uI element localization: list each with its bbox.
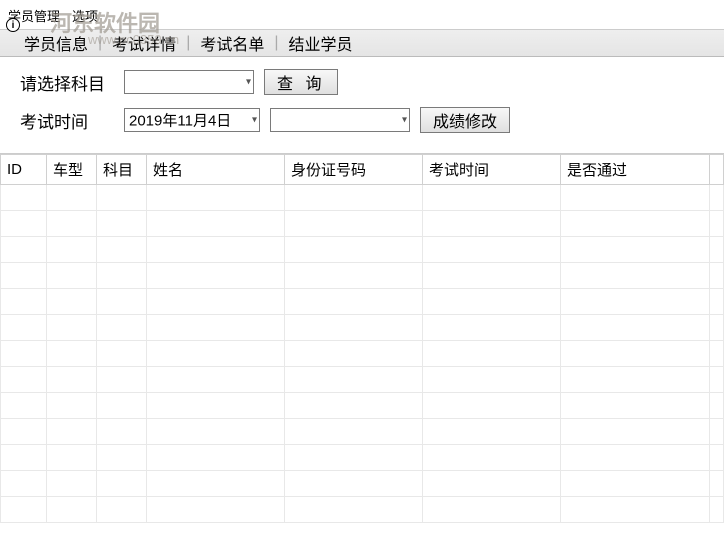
tab-exam-list[interactable]: 考试名单 [196, 29, 268, 57]
exam-time-label: 考试时间 [20, 108, 114, 133]
nav-sep: | [274, 34, 278, 52]
th-subject[interactable]: 科目 [97, 155, 147, 185]
date-value: 2019年11月4日 [129, 110, 231, 131]
chevron-down-icon: ▾ [252, 115, 257, 126]
th-cartype[interactable]: 车型 [47, 155, 97, 185]
tab-student-info[interactable]: 学员信息 [20, 29, 92, 57]
nav-sep: | [98, 34, 102, 52]
search-button[interactable]: 查 询 [264, 69, 338, 95]
table-row[interactable] [1, 445, 724, 471]
sub-nav: 学员信息 | 考试详情 | 考试名单 | 结业学员 [0, 29, 724, 57]
table-row[interactable] [1, 237, 724, 263]
subject-select[interactable]: ▾ [124, 70, 254, 94]
table-header-row: ID 车型 科目 姓名 身份证号码 考试时间 是否通过 [1, 155, 724, 185]
table-row[interactable] [1, 185, 724, 211]
table-row[interactable] [1, 393, 724, 419]
table-row[interactable] [1, 211, 724, 237]
table-row[interactable] [1, 497, 724, 523]
grade-edit-button[interactable]: 成绩修改 [420, 107, 510, 133]
menu-options[interactable]: 选项 [72, 6, 98, 25]
extra-select[interactable]: ▾ [270, 108, 410, 132]
exam-table: ID 车型 科目 姓名 身份证号码 考试时间 是否通过 [0, 154, 724, 523]
th-examtime[interactable]: 考试时间 [423, 155, 561, 185]
tab-exam-detail[interactable]: 考试详情 [108, 29, 180, 57]
table-row[interactable] [1, 471, 724, 497]
th-idcard[interactable]: 身份证号码 [285, 155, 423, 185]
date-picker[interactable]: 2019年11月4日 ▾ [124, 108, 260, 132]
th-id[interactable]: ID [1, 155, 47, 185]
table-row[interactable] [1, 367, 724, 393]
subject-label: 请选择科目 [20, 70, 114, 95]
table-body [1, 185, 724, 523]
th-pass[interactable]: 是否通过 [561, 155, 710, 185]
tab-graduated[interactable]: 结业学员 [285, 29, 357, 57]
table-row[interactable] [1, 289, 724, 315]
table-row[interactable] [1, 419, 724, 445]
info-icon: i [6, 18, 20, 32]
table-row[interactable] [1, 315, 724, 341]
chevron-down-icon: ▾ [402, 115, 407, 126]
th-tail [710, 155, 724, 185]
chevron-down-icon: ▾ [246, 77, 251, 88]
table-row[interactable] [1, 341, 724, 367]
th-name[interactable]: 姓名 [147, 155, 285, 185]
table-wrap[interactable]: ID 车型 科目 姓名 身份证号码 考试时间 是否通过 [0, 154, 724, 534]
nav-sep: | [186, 34, 190, 52]
filter-area: 请选择科目 ▾ 查 询 考试时间 2019年11月4日 ▾ ▾ 成绩修改 [0, 57, 724, 154]
menu-bar: 学员管理 选项 [0, 0, 724, 29]
table-row[interactable] [1, 263, 724, 289]
